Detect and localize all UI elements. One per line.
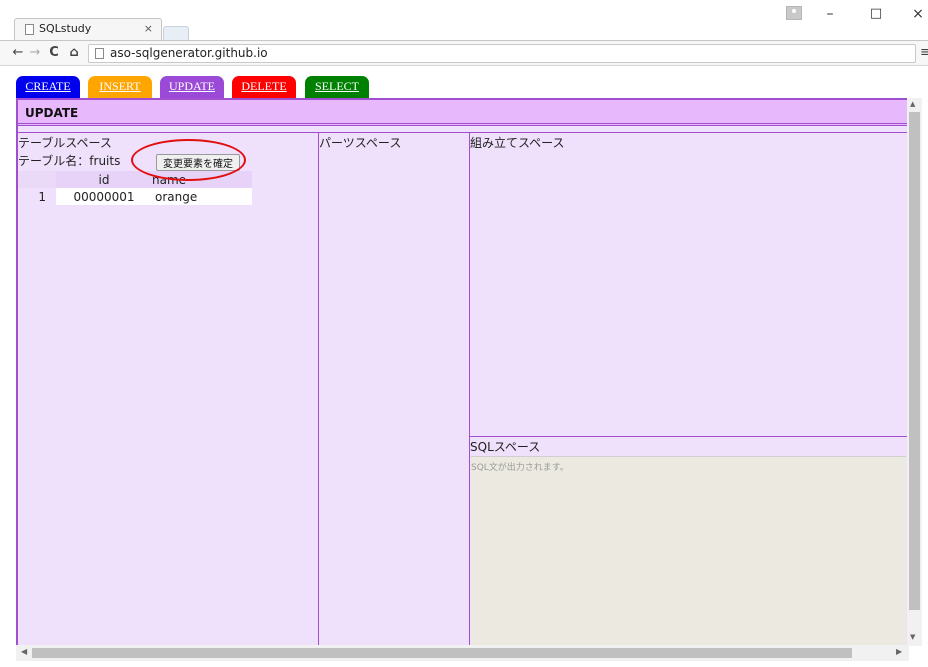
table-row: 1 00000001 orange [18, 188, 252, 205]
vertical-scroll-thumb[interactable] [909, 112, 920, 610]
minimize-icon[interactable]: – [820, 6, 840, 22]
page-icon [95, 48, 104, 59]
address-bar[interactable]: aso-sqlgenerator.github.io [88, 44, 916, 63]
new-tab-button[interactable] [163, 26, 189, 40]
browser-tab[interactable]: SQLstudy × [14, 18, 162, 40]
cell-id[interactable]: 00000001 [56, 188, 152, 205]
scroll-up-icon[interactable]: ▲ [910, 100, 915, 108]
horizontal-scrollbar[interactable]: ◀ ▶ [16, 645, 909, 661]
table-space-panel: テーブルスペース テーブル名：fruits 変更要素を確定 id name 1 … [18, 132, 319, 658]
build-space-label: 組み立てスペース [470, 136, 565, 150]
browser-titlebar: SQLstudy × – □ × [0, 0, 928, 40]
parts-space-panel: パーツスペース [319, 132, 470, 658]
sql-space-label: SQLスペース [470, 440, 541, 454]
menu-icon[interactable]: ≡ [920, 45, 928, 60]
sql-placeholder: SQL文が出力されます。 [471, 463, 569, 473]
sql-space-panel: SQLスペース SQL文が出力されます。 [470, 436, 907, 658]
workspace-frame: UPDATE テーブルスペース テーブル名：fruits 変更要素を確定 id … [16, 98, 909, 660]
back-icon[interactable]: ← [10, 45, 26, 60]
tab-title: SQLstudy [39, 22, 92, 35]
profile-icon[interactable] [786, 6, 802, 20]
scroll-left-icon[interactable]: ◀ [21, 647, 27, 656]
sql-output-area[interactable]: SQL文が出力されます。 [471, 456, 906, 658]
column-header-id: id [56, 171, 152, 188]
row-number: 1 [18, 188, 56, 205]
tab-delete[interactable]: DELETE [232, 76, 296, 98]
scroll-right-icon[interactable]: ▶ [896, 647, 902, 656]
build-space-panel[interactable]: 組み立てスペース [470, 132, 907, 436]
browser-toolbar: ← → C ⌂ aso-sqlgenerator.github.io ≡ [0, 40, 928, 66]
highlight-circle [131, 139, 246, 181]
page-title: UPDATE [25, 106, 79, 120]
cell-name[interactable]: orange [152, 188, 252, 205]
close-window-icon[interactable]: × [908, 6, 928, 22]
vertical-scrollbar[interactable]: ▲ ▼ [907, 98, 922, 646]
tab-close-icon[interactable]: × [144, 22, 153, 35]
parts-space-label: パーツスペース [319, 136, 402, 150]
home-icon[interactable]: ⌂ [66, 45, 82, 60]
workspace-header: UPDATE [18, 100, 907, 126]
tab-create[interactable]: CREATE [16, 76, 80, 98]
forward-icon[interactable]: → [27, 45, 43, 60]
reload-icon[interactable]: C [46, 45, 62, 60]
horizontal-scroll-thumb[interactable] [32, 648, 852, 658]
tab-update[interactable]: UPDATE [160, 76, 224, 98]
table-space-label: テーブルスペース [18, 136, 112, 150]
column-header-index [18, 171, 56, 188]
page-icon [25, 24, 34, 35]
address-url: aso-sqlgenerator.github.io [110, 46, 268, 60]
tab-insert[interactable]: INSERT [88, 76, 152, 98]
scroll-down-icon[interactable]: ▼ [910, 633, 915, 641]
tab-select[interactable]: SELECT [305, 76, 369, 98]
table-name-label: テーブル名：fruits [18, 154, 121, 168]
maximize-icon[interactable]: □ [866, 6, 886, 21]
